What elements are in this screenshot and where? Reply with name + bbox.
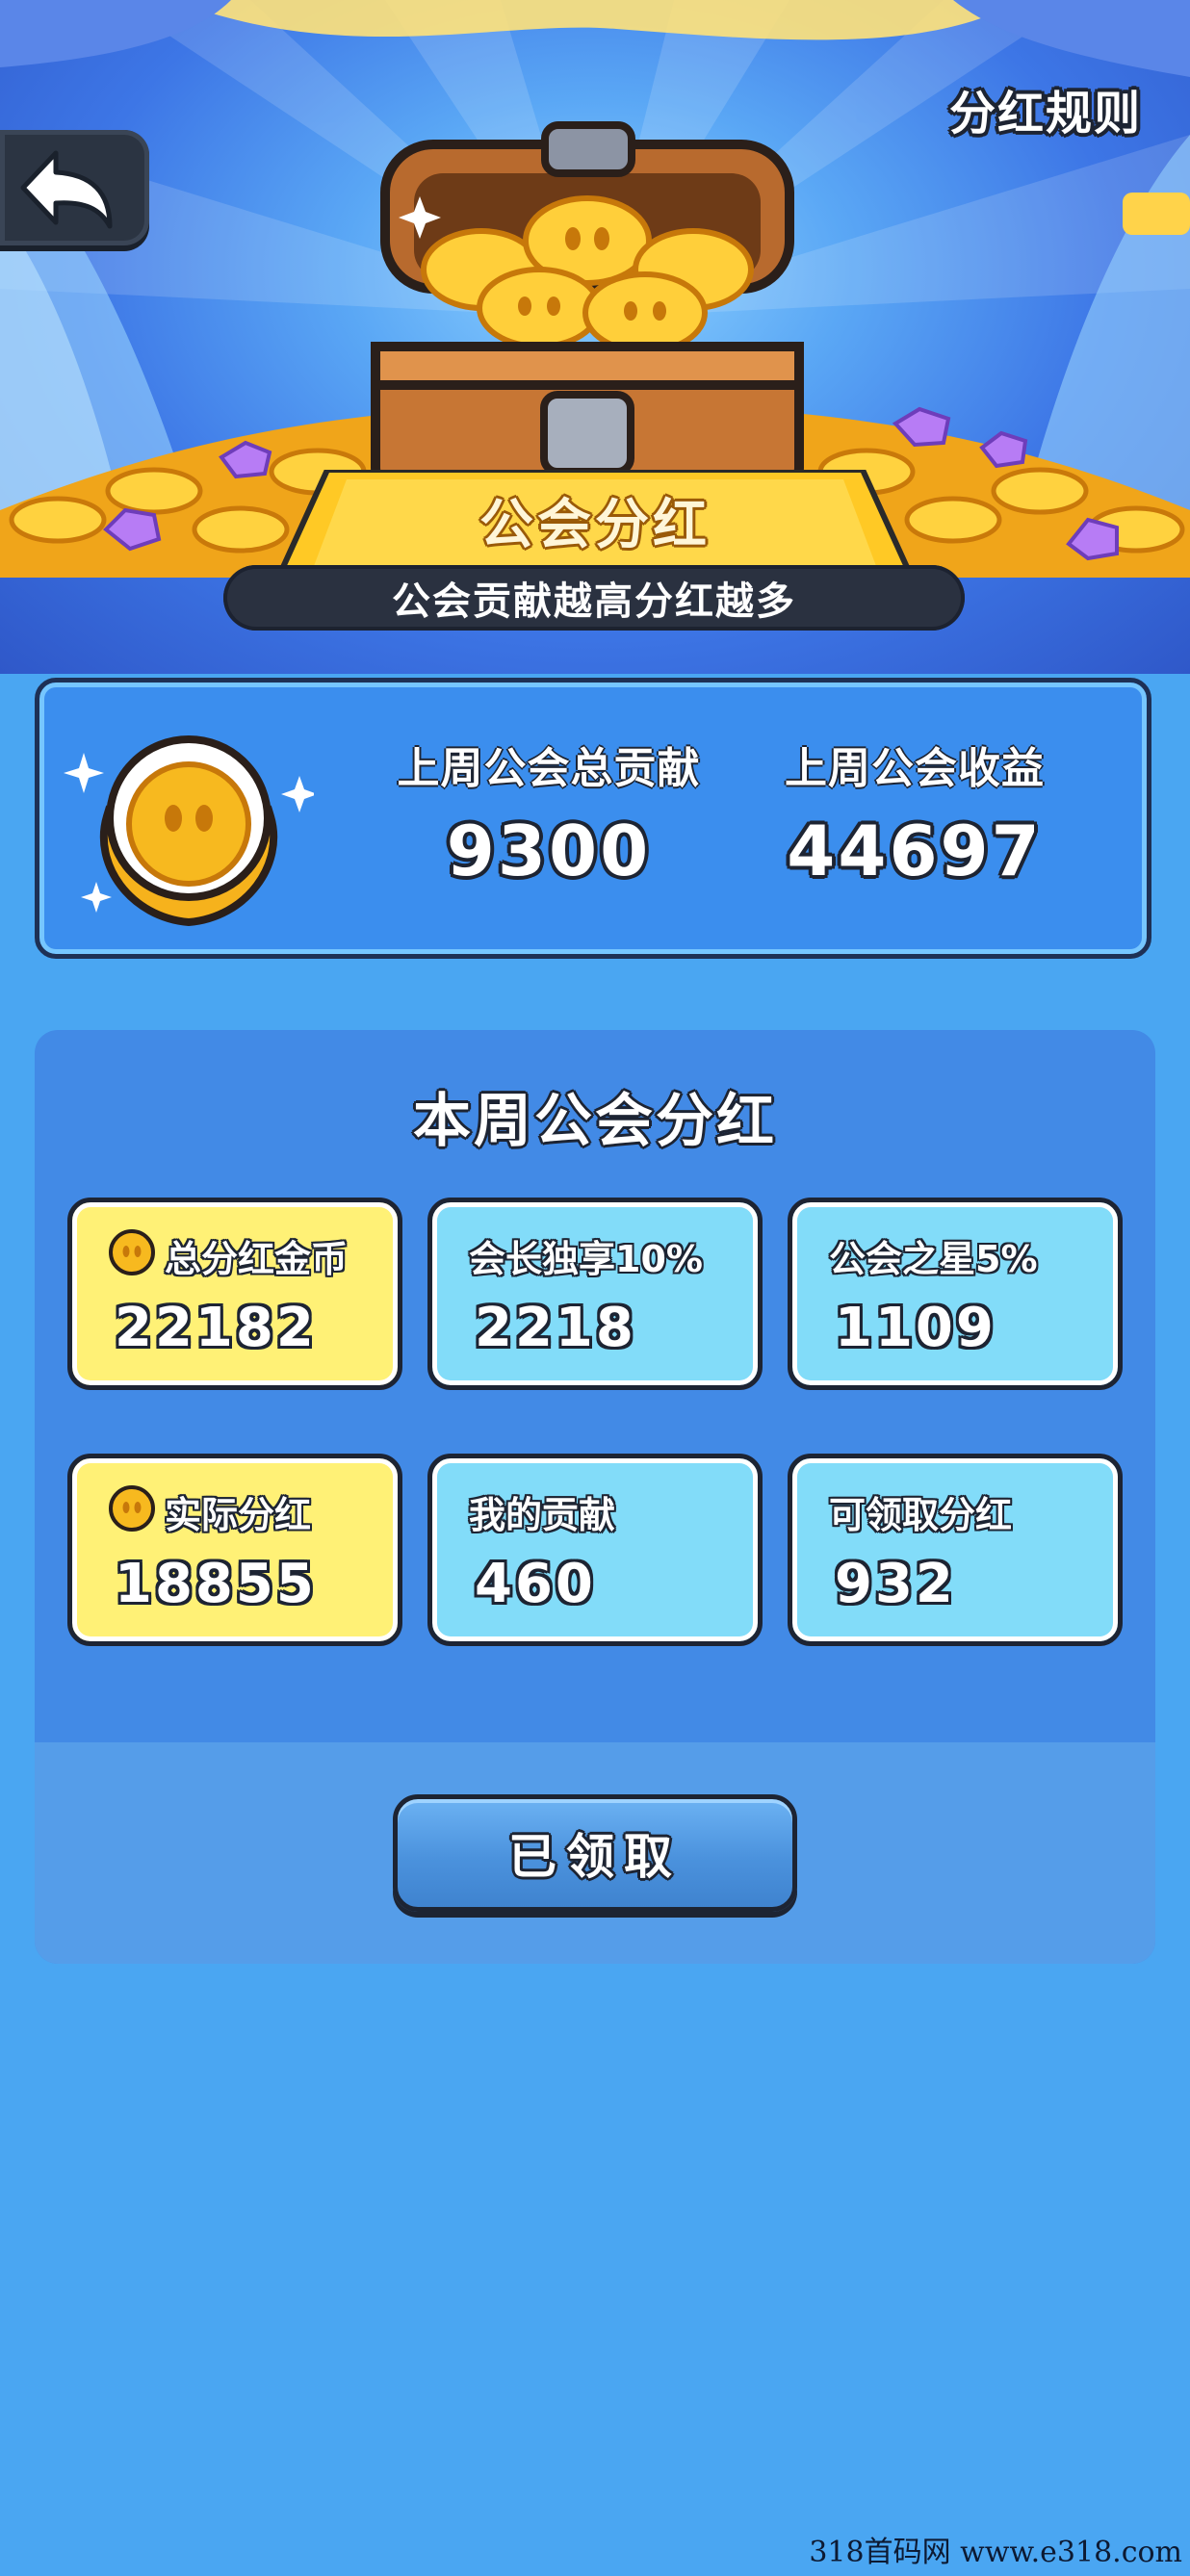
tile-value: 1109 <box>835 1297 996 1359</box>
back-arrow-icon <box>20 150 113 229</box>
claimed-button[interactable]: 已领取 <box>393 1794 797 1912</box>
tile-label: 实际分红 <box>165 1494 312 1536</box>
tile-value: 22182 <box>115 1297 317 1359</box>
last-week-contribution-label: 上周公会总贡献 <box>397 744 701 793</box>
claimable-dividend-tile: 可领取分红 932 <box>788 1454 1123 1646</box>
last-week-income-label: 上周公会收益 <box>785 744 1045 793</box>
tile-value: 2218 <box>475 1297 636 1359</box>
tile-label: 公会之星5% <box>829 1238 1038 1280</box>
tile-label: 会长独享10% <box>469 1238 703 1280</box>
tile-value: 18855 <box>115 1553 317 1615</box>
watermark: 318首码网 www.e318.com <box>809 2536 1182 2569</box>
this-week-title: 本周公会分红 <box>413 1088 777 1155</box>
actual-dividend-tile: 实际分红 18855 <box>67 1454 402 1646</box>
guild-star-share-tile: 公会之星5% 1109 <box>788 1198 1123 1390</box>
coin-icon <box>109 1229 155 1275</box>
tile-label: 我的贡献 <box>469 1494 616 1536</box>
total-dividend-coins-tile: 总分红金币 22182 <box>67 1198 402 1390</box>
my-contribution-tile: 我的贡献 460 <box>427 1454 763 1646</box>
back-button[interactable] <box>0 130 149 245</box>
leader-share-tile: 会长独享10% 2218 <box>427 1198 763 1390</box>
tile-value: 932 <box>835 1553 956 1615</box>
subtitle-banner: 公会贡献越高分红越多 <box>223 565 965 631</box>
last-week-contribution-value: 9300 <box>446 811 652 891</box>
tile-value: 460 <box>475 1553 596 1615</box>
dividend-rules-link[interactable]: 分红规则 <box>949 75 1142 142</box>
treasure-chest-icon <box>371 121 804 496</box>
page-title: 公会分红 <box>479 494 711 556</box>
last-week-income-value: 44697 <box>787 811 1043 891</box>
medal-icon <box>64 735 314 927</box>
tile-label: 总分红金币 <box>165 1238 349 1280</box>
tile-label: 可领取分红 <box>829 1494 1013 1536</box>
coin-icon <box>109 1485 155 1532</box>
